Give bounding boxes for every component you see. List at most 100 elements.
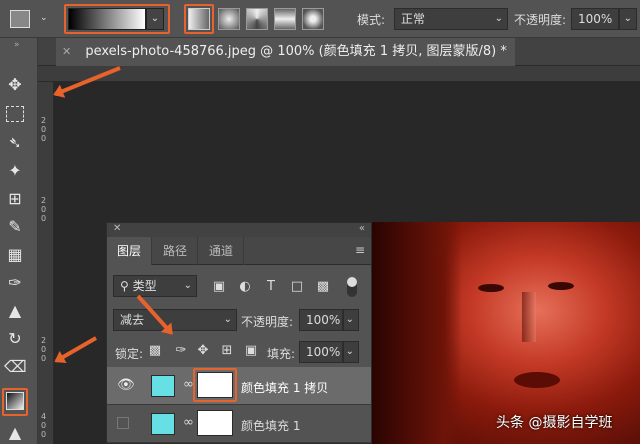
mask-highlight-box — [193, 368, 237, 402]
photo-eye — [478, 284, 504, 292]
lasso-tool-icon[interactable]: ➴ — [4, 132, 26, 154]
chevron-down-icon: ⌄ — [183, 280, 192, 291]
layer-name[interactable]: 颜色填充 1 — [241, 417, 300, 434]
lock-all-icon[interactable]: ▣ — [243, 343, 259, 359]
collapse-icon[interactable]: « — [359, 223, 365, 234]
photo-eye — [548, 282, 574, 290]
gradient-tool-preset-icon[interactable] — [10, 10, 30, 28]
lock-transparency-icon[interactable]: ▩ — [147, 343, 163, 359]
fill-value: 100% — [306, 345, 341, 359]
eye-icon[interactable]: 👁 — [117, 377, 135, 393]
smart-object-filter-icon[interactable]: ▩ — [315, 279, 331, 295]
layer-mask-thumbnail[interactable] — [197, 410, 233, 436]
canvas-photo[interactable] — [372, 222, 640, 444]
ruler-label: 4 — [41, 412, 47, 421]
panel-tabs: 图层 路径 通道 ≡ — [107, 237, 371, 265]
lock-position-icon[interactable]: ✥ — [195, 343, 211, 359]
filter-toggle[interactable] — [347, 277, 357, 297]
tab-paths[interactable]: 路径 — [153, 237, 199, 265]
fill-dropdown[interactable]: ⌄ — [343, 341, 359, 363]
photo-lips — [514, 372, 560, 388]
clone-stamp-tool-icon[interactable]: ▲ — [4, 300, 26, 322]
layer-opacity-value: 100% — [306, 313, 341, 327]
lock-label: 锁定: — [115, 347, 144, 361]
filter-type-select[interactable]: ⚲ 类型 ⌄ — [113, 275, 197, 297]
brush-tool-icon[interactable]: ✑ — [4, 272, 26, 294]
layer-opacity-dropdown[interactable]: ⌄ — [343, 309, 359, 331]
layer-row[interactable]: 👁 ∞ 颜色填充 1 拷贝 — [107, 367, 371, 405]
layer-color-thumbnail[interactable] — [151, 413, 175, 435]
ruler-label: 2 — [41, 196, 47, 205]
mode-value: 正常 — [401, 12, 426, 26]
chevron-down-icon: ⌄ — [345, 346, 354, 357]
collapse-icon[interactable]: » — [14, 40, 20, 50]
linear-gradient-highlight-box — [184, 4, 214, 34]
photo-nose — [522, 292, 536, 342]
ruler-label: 0 — [41, 421, 47, 430]
blend-mode-value: 减去 — [120, 313, 145, 327]
chevron-down-icon: ⌄ — [623, 13, 632, 24]
document-tab[interactable]: ✕ pexels-photo-458766.jpeg @ 100% (颜色填充 … — [56, 38, 515, 66]
chevron-down-icon: ⌄ — [494, 13, 503, 24]
ruler-label: 0 — [41, 354, 47, 363]
lock-artboard-icon[interactable]: ⊞ — [219, 343, 235, 359]
shape-filter-icon[interactable]: □ — [289, 279, 305, 295]
pixel-filter-icon[interactable]: ▣ — [211, 279, 227, 295]
radial-gradient-icon[interactable] — [218, 8, 240, 30]
ruler-label: 0 — [41, 345, 47, 354]
chevron-down-icon: ⌄ — [223, 314, 232, 325]
move-tool-icon[interactable]: ✥ — [4, 74, 26, 96]
lock-pixels-icon[interactable]: ✑ — [173, 343, 189, 359]
close-icon[interactable]: ✕ — [62, 45, 71, 58]
close-icon[interactable]: ✕ — [113, 223, 121, 234]
gradient-tool-highlight-box — [2, 388, 28, 416]
adjustment-filter-icon[interactable]: ◐ — [237, 279, 253, 295]
ruler-label: 0 — [41, 134, 47, 143]
filter-type-label: 类型 — [132, 279, 157, 293]
watermark: 头条 @摄影自学班 — [496, 415, 613, 431]
chevron-down-icon: ⌄ — [345, 314, 354, 325]
layer-opacity-field[interactable]: 100% — [299, 309, 343, 331]
ruler-label: 0 — [41, 205, 47, 214]
ruler-label: 2 — [41, 336, 47, 345]
layer-color-thumbnail[interactable] — [151, 375, 175, 397]
eyedropper-tool-icon[interactable]: ✎ — [4, 216, 26, 238]
horizontal-ruler — [38, 66, 640, 82]
layer-name[interactable]: 颜色填充 1 拷贝 — [241, 379, 328, 396]
panel-header: ✕ « — [107, 223, 371, 237]
quick-select-tool-icon[interactable]: ✦ — [4, 160, 26, 182]
fill-field[interactable]: 100% — [299, 341, 343, 363]
layer-row[interactable]: ∞ 颜色填充 1 — [107, 405, 371, 443]
fill-label: 填充: — [267, 347, 296, 361]
options-bar: ⌄ ⌄ 模式: 正常 ⌄ 不透明度: 100% ⌄ — [0, 0, 640, 38]
panel-menu-icon[interactable]: ≡ — [355, 243, 365, 257]
vertical-ruler: 2 0 0 2 0 0 2 0 0 4 0 0 — [38, 82, 54, 444]
tab-channels[interactable]: 通道 — [199, 237, 245, 265]
marquee-tool-icon[interactable] — [6, 106, 24, 122]
opacity-field[interactable]: 100% — [571, 8, 619, 30]
diamond-gradient-icon[interactable] — [302, 8, 324, 30]
angle-gradient-icon[interactable] — [246, 8, 268, 30]
mode-label: 模式: — [357, 13, 386, 27]
layer-opacity-label: 不透明度: — [241, 315, 294, 329]
visibility-toggle[interactable] — [117, 417, 129, 429]
eraser-tool-icon[interactable]: ⌫ — [4, 356, 27, 378]
tab-layers[interactable]: 图层 — [107, 237, 153, 265]
ruler-label: 0 — [41, 125, 47, 134]
ruler-label: 2 — [41, 116, 47, 125]
crop-tool-icon[interactable]: ⊞ — [4, 188, 26, 210]
opacity-dropdown[interactable]: ⌄ — [619, 8, 637, 30]
reflected-gradient-icon[interactable] — [274, 8, 296, 30]
chevron-down-icon[interactable]: ⌄ — [40, 13, 48, 23]
type-filter-icon[interactable]: T — [263, 279, 279, 295]
healing-brush-tool-icon[interactable]: ▦ — [4, 244, 26, 266]
history-brush-tool-icon[interactable]: ↻ — [4, 328, 26, 350]
ruler-label: 0 — [41, 430, 47, 439]
ruler-label: 0 — [41, 214, 47, 223]
opacity-label: 不透明度: — [514, 13, 567, 27]
link-icon[interactable]: ∞ — [183, 415, 194, 430]
document-title: pexels-photo-458766.jpeg @ 100% (颜色填充 1 … — [85, 44, 507, 59]
blur-tool-icon[interactable]: ▲ — [4, 422, 26, 444]
document-tab-bar: ✕ pexels-photo-458766.jpeg @ 100% (颜色填充 … — [38, 38, 640, 66]
mode-select[interactable]: 正常 ⌄ — [394, 8, 508, 30]
